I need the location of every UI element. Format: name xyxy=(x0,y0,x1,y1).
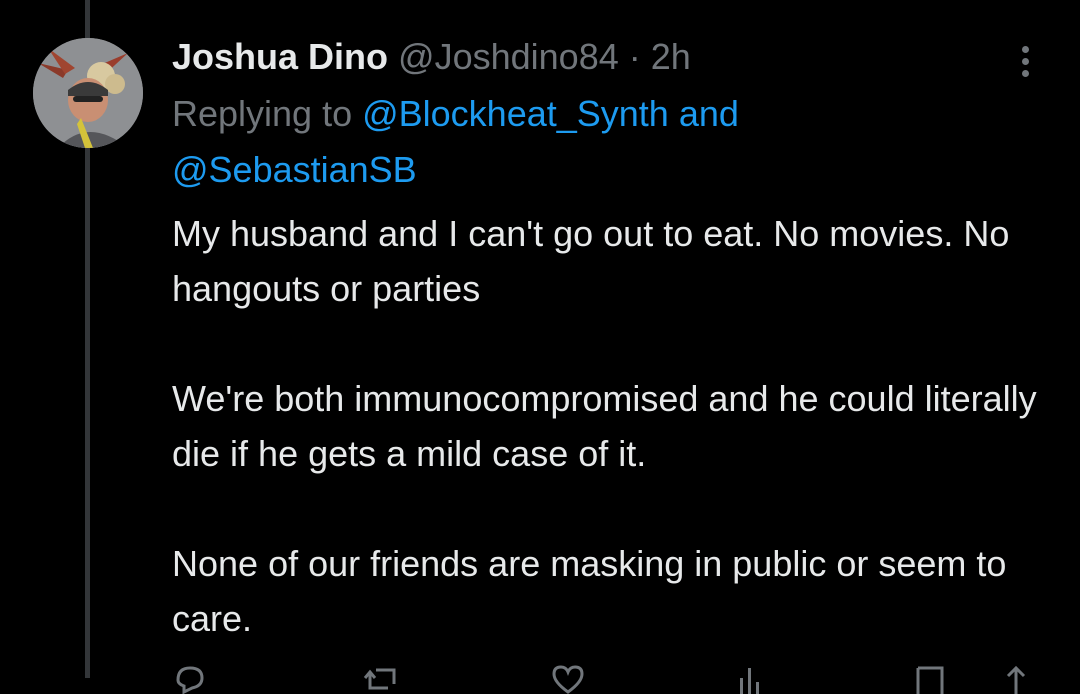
mention-joiner: and xyxy=(668,93,739,134)
mention-blockheat-synth[interactable]: @Blockheat_Synth xyxy=(362,93,669,134)
replying-to: Replying to @Blockheat_Synth and @Sebast… xyxy=(172,86,1052,198)
replying-to-label: Replying to xyxy=(172,93,363,134)
user-handle[interactable]: @Joshdino84 xyxy=(398,36,619,77)
tweet-paragraph: My husband and I can't go out to eat. No… xyxy=(172,213,1010,309)
more-vertical-icon xyxy=(1021,45,1029,53)
more-options-button[interactable] xyxy=(1006,38,1044,84)
bookmark-icon[interactable] xyxy=(912,664,948,694)
mention-link[interactable]: @Blockheat_Synth and xyxy=(362,93,739,134)
avatar-image xyxy=(33,38,143,148)
reply-icon[interactable] xyxy=(172,664,208,694)
separator-dot: · xyxy=(628,36,641,77)
views-icon[interactable] xyxy=(732,664,768,694)
mention-sebastiansb[interactable]: @SebastianSB xyxy=(172,149,417,190)
heart-icon[interactable] xyxy=(550,664,586,694)
share-icon[interactable] xyxy=(998,664,1034,694)
tweet-paragraph: We're both immunocompromised and he coul… xyxy=(172,378,1037,474)
tweet-paragraph: None of our friends are masking in publi… xyxy=(172,543,1007,639)
tweet[interactable]: Joshua Dino @Joshdino84 · 2h Replying to… xyxy=(172,34,1052,646)
retweet-icon[interactable] xyxy=(362,664,402,694)
more-vertical-icon-dot xyxy=(1021,57,1029,65)
display-name[interactable]: Joshua Dino xyxy=(172,36,388,77)
tweet-text: My husband and I can't go out to eat. No… xyxy=(172,206,1052,646)
tweet-action-bar xyxy=(172,664,1052,694)
avatar[interactable] xyxy=(33,38,143,148)
timestamp[interactable]: 2h xyxy=(651,36,691,77)
more-vertical-icon-dot xyxy=(1021,69,1029,77)
tweet-header: Joshua Dino @Joshdino84 · 2h xyxy=(172,34,1052,80)
